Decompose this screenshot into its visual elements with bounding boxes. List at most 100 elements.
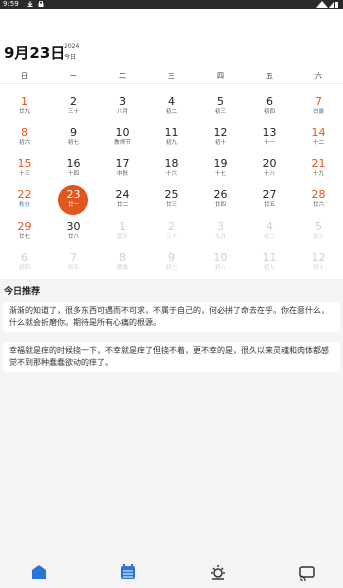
- weekday-label: 四: [217, 72, 224, 80]
- nav-cast[interactable]: [297, 562, 317, 582]
- calendar-day[interactable]: 1 廿九: [0, 92, 49, 122]
- lunar-date: 初六: [18, 140, 30, 146]
- calendar-day[interactable]: 20 十八: [245, 154, 294, 184]
- day-number: 9: [70, 126, 77, 139]
- day-number: 12: [311, 251, 326, 264]
- nav-discover[interactable]: [208, 562, 228, 582]
- day-number: 3: [217, 220, 224, 233]
- cast-icon: [299, 566, 315, 582]
- calendar-day[interactable]: 12 初十: [196, 123, 245, 153]
- lunar-date: 三十: [67, 109, 79, 115]
- calendar-day[interactable]: 11 初九: [147, 123, 196, 153]
- day-number: 7: [315, 95, 322, 108]
- calendar-day[interactable]: 25 廿三: [147, 185, 196, 215]
- calendar-day[interactable]: 6 初四: [245, 92, 294, 122]
- calendar-day[interactable]: 10 教师节: [98, 123, 147, 153]
- lunar-date: 初五: [67, 265, 79, 271]
- day-number: 16: [66, 157, 81, 170]
- calendar-day[interactable]: 11 初九: [245, 248, 294, 278]
- calendar-day[interactable]: 5 初三: [294, 217, 343, 247]
- lunar-date: 九月: [214, 234, 226, 240]
- calendar-day[interactable]: 28 廿六: [294, 185, 343, 215]
- calendar-day[interactable]: 22 秋分: [0, 185, 49, 215]
- calendar-day-selected[interactable]: 23 廿一: [49, 185, 98, 215]
- day-number: 11: [164, 126, 179, 139]
- nav-calendar[interactable]: [118, 562, 138, 582]
- lunar-date: 十七: [214, 171, 226, 177]
- calendar-day[interactable]: 21 十九: [294, 154, 343, 184]
- recommend-card-2[interactable]: 幸福就是痒的时候挠一下，不幸就是痒了但挠不着，更不幸的是，很久以来灵魂和肉体都感…: [3, 342, 340, 372]
- recommend-text-1: 渐渐的知道了，很多东西可遇而不可求，不属于自己的，何必拼了命去在乎。你在意什么，…: [9, 306, 329, 327]
- calendar-day[interactable]: 16 十四: [49, 154, 98, 184]
- lunar-date: 八月: [116, 109, 128, 115]
- lunar-date: 十八: [263, 171, 275, 177]
- calendar-day[interactable]: 8 寒露: [98, 248, 147, 278]
- calendar-day[interactable]: 13 十一: [245, 123, 294, 153]
- calendar-day[interactable]: 7 初五: [49, 248, 98, 278]
- day-number: 5: [217, 95, 224, 108]
- date-title[interactable]: 9月23日: [4, 42, 65, 63]
- today-button[interactable]: 今日: [64, 52, 76, 61]
- lunar-date: 廿九: [18, 109, 30, 115]
- calendar-day[interactable]: 10 初八: [196, 248, 245, 278]
- calendar-day[interactable]: 19 十七: [196, 154, 245, 184]
- calendar-day[interactable]: 8 初六: [0, 123, 49, 153]
- calendar-day[interactable]: 3 八月: [98, 92, 147, 122]
- nav-home[interactable]: [29, 562, 49, 582]
- divider: [0, 83, 343, 84]
- day-number: 25: [164, 188, 179, 201]
- lunar-date: 十六: [165, 171, 177, 177]
- lunar-date: 十三: [18, 171, 30, 177]
- day-number: 1: [119, 220, 126, 233]
- lunar-date: 廿二: [116, 202, 128, 208]
- calendar-day[interactable]: 18 十六: [147, 154, 196, 184]
- day-number: 17: [115, 157, 130, 170]
- day-number: 24: [115, 188, 130, 201]
- lunar-date: 三十: [165, 234, 177, 240]
- calendar-day[interactable]: 15 十三: [0, 154, 49, 184]
- calendar-day[interactable]: 27 廿五: [245, 185, 294, 215]
- calendar-day[interactable]: 26 廿四: [196, 185, 245, 215]
- day-number: 18: [164, 157, 179, 170]
- day-number: 6: [21, 251, 28, 264]
- day-number: 28: [311, 188, 326, 201]
- calendar-day[interactable]: 2 三十: [49, 92, 98, 122]
- calendar-day[interactable]: 9 初七: [147, 248, 196, 278]
- day-number: 10: [115, 126, 130, 139]
- lunar-date: 初四: [263, 109, 275, 115]
- day-number: 1: [21, 95, 28, 108]
- calendar-day[interactable]: 7 白露: [294, 92, 343, 122]
- year-label: 2024: [64, 43, 80, 50]
- lock-notification-icon: [38, 1, 44, 7]
- calendar-day[interactable]: 29 廿七: [0, 217, 49, 247]
- calendar-day[interactable]: 4 初二: [147, 92, 196, 122]
- calendar-day[interactable]: 9 初七: [49, 123, 98, 153]
- lunar-date: 初七: [67, 140, 79, 146]
- calendar-day[interactable]: 12 初十: [294, 248, 343, 278]
- calendar-day[interactable]: 2 三十: [147, 217, 196, 247]
- day-number: 10: [213, 251, 228, 264]
- calendar-day[interactable]: 5 初三: [196, 92, 245, 122]
- calendar-day[interactable]: 24 廿二: [98, 185, 147, 215]
- calendar-day[interactable]: 30 廿八: [49, 217, 98, 247]
- calendar-icon: [121, 564, 135, 579]
- day-number: 27: [262, 188, 277, 201]
- calendar-day[interactable]: 4 初二: [245, 217, 294, 247]
- sun-icon: [211, 565, 225, 580]
- day-number: 11: [262, 251, 277, 264]
- calendar-day[interactable]: 14 十二: [294, 123, 343, 153]
- lunar-date: 秋分: [18, 202, 30, 208]
- lunar-date: 十四: [67, 171, 79, 177]
- lunar-date: 初九: [165, 140, 177, 146]
- day-number: 9: [168, 251, 175, 264]
- calendar-day[interactable]: 3 九月: [196, 217, 245, 247]
- calendar-day[interactable]: 6 初四: [0, 248, 49, 278]
- bottom-nav: [0, 556, 343, 588]
- lunar-date: 廿五: [263, 202, 275, 208]
- weekday-label: 六: [315, 72, 322, 80]
- calendar-day[interactable]: 1 国庆: [98, 217, 147, 247]
- day-number: 2: [168, 220, 175, 233]
- recommend-card-1[interactable]: 渐渐的知道了，很多东西可遇而不可求，不属于自己的，何必拼了命去在乎。你在意什么，…: [3, 302, 340, 332]
- day-number: 15: [17, 157, 32, 170]
- calendar-day[interactable]: 17 中秋: [98, 154, 147, 184]
